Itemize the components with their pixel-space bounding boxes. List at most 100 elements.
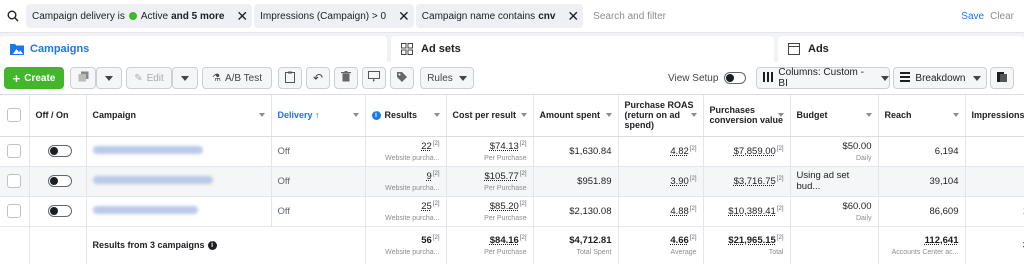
chevron-down-icon[interactable] [605,113,612,117]
pcv-value[interactable]: $3,716.75 [734,176,776,187]
view-setup-switch[interactable] [724,72,747,84]
filter-chip-impressions[interactable]: Impressions (Campaign) > 0 ✕ [254,4,414,28]
search-input[interactable]: Search and filter [593,11,961,22]
toolbar: + Create ✎ Edit ⚗ A/B Test ↶ Rules View … [0,62,1024,95]
campaign-name-cell[interactable] [86,196,272,227]
roas-total[interactable]: 4.66 [670,235,689,246]
col-campaign[interactable]: Campaign [86,95,272,137]
campaign-toggle[interactable] [47,145,72,157]
row-toggle-cell[interactable] [29,136,87,167]
roas-value[interactable]: 3.90 [670,176,689,187]
undo-button[interactable]: ↶ [306,67,330,89]
col-impressions[interactable]: Impressions [965,95,1024,137]
filter-chip-more: and 5 more [171,10,225,22]
col-delivery[interactable]: Delivery ↑ [271,95,366,137]
results-value[interactable]: 9 [427,171,432,182]
campaign-name-link[interactable] [92,146,203,154]
col-roas[interactable]: Purchase ROAS (return on ad spend) [618,95,704,137]
reports-button[interactable] [990,67,1015,89]
results-value[interactable]: 22 [421,141,432,152]
columns-dropdown[interactable]: Columns: Custom - BI [756,67,891,89]
select-all-checkbox[interactable] [7,108,22,123]
info-icon[interactable]: i [207,241,217,251]
chevron-down-icon [881,75,890,81]
row-select-cell[interactable] [0,136,30,167]
campaign-toggle[interactable] [47,205,72,217]
preview-button[interactable] [362,67,386,89]
duplicate-dropdown-button[interactable] [96,67,122,89]
save-filter-link[interactable]: Save [961,11,984,22]
row-select-cell[interactable] [0,166,30,197]
row-checkbox[interactable] [7,144,22,158]
tab-adsets[interactable]: Ad sets [391,36,774,62]
ab-test-button[interactable]: ⚗ A/B Test [202,67,272,89]
row-checkbox[interactable] [7,204,22,218]
chevron-down-icon[interactable] [777,113,784,117]
pcv-value[interactable]: $10,389.41 [728,206,776,217]
close-icon[interactable]: ✕ [236,9,248,23]
cpr-cell: $105.77[2] Per Purchase [446,166,534,197]
cpr-value[interactable]: $74.13 [490,141,519,152]
rules-button[interactable]: Rules [420,67,474,89]
roas-value[interactable]: 4.88 [670,206,689,217]
filter-chip-delivery[interactable]: Campaign delivery is Active and 5 more ✕ [26,4,253,28]
col-budget[interactable]: Budget [790,95,879,137]
select-all-cell[interactable] [0,95,30,137]
row-toggle-cell[interactable] [29,166,87,197]
edit-button[interactable]: ✎ Edit [126,67,172,89]
edit-dropdown-button[interactable] [172,67,198,89]
filter-bar: Campaign delivery is Active and 5 more ✕… [0,0,1024,33]
rules-label: Rules [427,72,453,84]
table-row[interactable]: Off 9[2] Website purcha... $105.77[2] Per … [0,166,1024,197]
col-reach[interactable]: Reach [878,95,966,137]
cpr-value[interactable]: $105.77 [484,171,518,182]
col-conversion-value[interactable]: Purchases conversion value [703,95,791,137]
chevron-down-icon[interactable] [520,113,527,117]
clipboard-button[interactable] [278,67,302,89]
tab-campaigns[interactable]: Campaigns [0,36,387,62]
reach-total[interactable]: 112,641 [925,235,959,246]
table-row[interactable]: Off 25[2] Website purcha... $85.20[2] Per … [0,196,1024,227]
duplicate-button[interactable] [70,67,96,89]
chevron-down-icon[interactable] [352,113,359,117]
view-setup-toggle[interactable]: View Setup [668,72,747,84]
close-icon[interactable]: ✕ [567,9,579,23]
chevron-down-icon[interactable] [952,113,959,117]
reports-icon [997,71,1008,85]
campaign-name-cell[interactable] [86,136,272,167]
delete-button[interactable] [334,67,358,89]
close-icon[interactable]: ✕ [398,9,410,23]
campaign-toggle[interactable] [47,175,72,187]
search-icon[interactable] [2,0,24,33]
breakdown-dropdown[interactable]: Breakdown [893,67,988,89]
table-row[interactable]: Off 22[2] Website purcha... $74.13[2] Per … [0,136,1024,167]
pcv-cell: $7,859.00[2] [703,136,791,167]
pcv-cell: $3,716.75[2] [703,166,791,197]
cpr-value[interactable]: $85.20 [490,201,519,212]
row-toggle-cell[interactable] [29,196,87,227]
col-amount-spent[interactable]: Amount spent [533,95,619,137]
chevron-down-icon[interactable] [258,113,265,117]
results-value[interactable]: 25 [421,201,432,212]
pcv-total[interactable]: $21,965.15 [728,235,776,246]
campaign-name-link[interactable] [92,176,213,184]
tab-ads[interactable]: Ads [778,36,1024,62]
row-checkbox[interactable] [7,174,22,188]
pcv-value[interactable]: $7,859.00 [734,146,776,157]
filter-chip-value: cnv [538,10,556,22]
chevron-down-icon[interactable] [690,113,697,117]
clipboard-icon [285,71,295,86]
col-results[interactable]: i Results [365,95,447,137]
chevron-down-icon[interactable] [865,113,872,117]
campaign-name-link[interactable] [92,206,198,214]
col-cost-per-result[interactable]: Cost per result [446,95,534,137]
row-select-cell[interactable] [0,196,30,227]
clear-filter-link[interactable]: Clear [990,11,1014,22]
chevron-down-icon[interactable] [433,113,440,117]
cpr-total[interactable]: $84.16 [490,235,519,246]
roas-value[interactable]: 4.82 [670,146,689,157]
campaign-name-cell[interactable] [86,166,272,197]
create-button[interactable]: + Create [4,67,64,89]
tag-button[interactable] [390,67,414,89]
filter-chip-campaign-name[interactable]: Campaign name contains cnv ✕ [415,4,584,28]
